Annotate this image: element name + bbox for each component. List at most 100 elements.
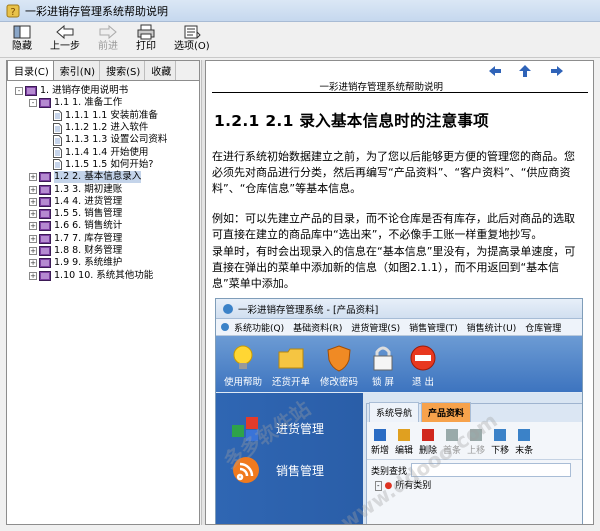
content-header: 一彩进销存管理系统帮助说明 [206, 61, 593, 95]
expand-icon[interactable]: + [29, 247, 37, 255]
embedded-menu-item: 仓库管理 [525, 323, 562, 334]
embedded-menu-bar: 系统功能(Q) 基础资料(R) 进货管理(S) 销售管理(T) 销售统计(U) 仓库管理 [216, 319, 582, 336]
tree-item[interactable]: +1.6 6. 销售统计 [15, 220, 197, 232]
page-icon [53, 122, 62, 134]
help-app-icon: ? [6, 4, 20, 18]
tree-item[interactable]: 1.1.3 1.3 设置公司资料 [15, 134, 197, 146]
tree-item-label: 1.7 7. 库存管理 [54, 232, 123, 244]
embedded-exit-label: 退 出 [412, 377, 435, 388]
embedded-lock-label: 锁 屏 [372, 377, 395, 388]
header-divider [212, 92, 588, 93]
topic-heading: 1.2.1 2.1 录入基本信息时的注意事项 [214, 112, 489, 130]
previous-topic-icon[interactable] [488, 65, 502, 77]
embedded-menu-icon [221, 323, 229, 331]
book-icon [39, 98, 51, 109]
tab-index[interactable]: 索引(N) [53, 61, 101, 80]
tree-item-label: 1.10 10. 系统其他功能 [54, 269, 154, 281]
tree-item[interactable]: 1.1.4 1.4 开始使用 [15, 146, 197, 159]
expand-icon[interactable]: + [29, 234, 37, 243]
tree-item[interactable]: +1.10 10. 系统其他功能 [15, 269, 197, 281]
tree-item[interactable]: 1.1.2 1.2 进入软件 [15, 122, 197, 134]
embedded-tool-label: 末条 [515, 446, 534, 456]
next-topic-icon[interactable] [550, 65, 564, 77]
embedded-menu-item: 基础资料(R) [293, 323, 343, 334]
tree-item-label: 1.2 2. 基本信息录入 [54, 171, 142, 184]
toolbar: 隐藏 上一步 前进 打印 选项(O) [0, 22, 600, 58]
tree-item[interactable]: - 1. 进销存使用说明书 [15, 85, 197, 97]
tree-item-label: 1.1.2 1.2 进入软件 [65, 122, 149, 134]
tree-item[interactable]: - 1.1 1. 准备工作 [15, 97, 197, 109]
tree-item-label: 1.4 4. 进货管理 [54, 195, 123, 207]
book-icon [39, 233, 51, 244]
back-label: 上一步 [50, 41, 80, 52]
embedded-menu-item: 系统功能(Q) [234, 323, 285, 334]
expand-icon[interactable]: + [29, 173, 37, 182]
page-icon [53, 159, 62, 171]
tree-item[interactable]: +1.2 2. 基本信息录入 [15, 171, 197, 184]
tab-search[interactable]: 搜索(S) [100, 61, 146, 80]
embedded-tool-icon [518, 429, 531, 441]
options-label: 选项(O) [174, 41, 210, 52]
embedded-app-icon [223, 303, 233, 314]
print-icon [137, 24, 155, 40]
embedded-tool-button: 末条 [515, 429, 533, 456]
embedded-return-order-label: 还货开单 [272, 377, 311, 388]
embedded-menu-item: 进货管理(S) [351, 323, 401, 334]
lock-icon [373, 346, 393, 371]
back-button[interactable]: 上一步 [50, 22, 80, 53]
exit-icon [410, 345, 436, 371]
paragraph-2: 例如：可以先建立产品的目录，而不论仓库是否有库存，此后对商品的选取可直接在建立的… [212, 212, 575, 241]
print-button[interactable]: 打印 [136, 22, 156, 53]
collapse-icon[interactable]: - [29, 99, 37, 108]
tree-item-label: 1.1.3 1.3 设置公司资料 [65, 134, 168, 146]
expand-icon[interactable]: + [29, 197, 37, 206]
hide-label: 隐藏 [12, 41, 32, 52]
back-arrow-icon [56, 24, 74, 40]
expand-icon[interactable]: + [29, 259, 37, 268]
up-topic-icon[interactable] [518, 65, 532, 77]
tree-item[interactable]: +1.9 9. 系统维护 [15, 257, 197, 269]
tree-item[interactable]: +1.4 4. 进货管理 [15, 196, 197, 208]
tree-item-label: 1.1 1. 准备工作 [54, 97, 123, 109]
tree-item-label: 1.1.5 1.5 如何开始? [65, 158, 154, 170]
expand-icon[interactable]: + [29, 210, 37, 219]
embedded-title-bar: 一彩进销存管理系统 - [产品资料] [216, 299, 582, 319]
book-icon [39, 172, 51, 183]
page-icon [53, 110, 62, 122]
page-icon [53, 147, 62, 159]
embedded-help-button: 使用帮助 [224, 344, 262, 388]
book-icon [39, 270, 51, 281]
forward-button[interactable]: 前进 [98, 22, 118, 53]
embedded-exit-button: 退 出 [408, 344, 438, 388]
expand-icon[interactable]: + [29, 185, 37, 194]
book-icon [39, 221, 51, 232]
lightbulb-icon [233, 345, 253, 369]
embedded-tab-product: 产品资料 [421, 402, 472, 422]
tree-item[interactable]: +1.8 8. 财务管理 [15, 245, 197, 257]
embedded-help-label: 使用帮助 [224, 377, 263, 388]
tab-contents[interactable]: 目录(C) [7, 60, 54, 80]
shield-icon [327, 345, 351, 372]
collapse-icon[interactable]: - [15, 87, 23, 96]
expand-icon[interactable]: + [29, 271, 37, 280]
tree-item[interactable]: +1.3 3. 期初建账 [15, 183, 197, 195]
expand-icon[interactable]: + [29, 222, 37, 231]
tab-favorites[interactable]: 收藏 [145, 61, 177, 80]
book-icon [39, 258, 51, 269]
tree-item[interactable]: 1.1.1 1.1 安装前准备 [15, 110, 197, 122]
book-icon [39, 184, 51, 195]
tree-item-label: 1.6 6. 销售统计 [54, 220, 123, 232]
tree-item[interactable]: 1.1.5 1.5 如何开始? [15, 159, 197, 171]
window-title: 一彩进销存管理系统帮助说明 [25, 4, 168, 18]
hide-button[interactable]: 隐藏 [12, 22, 32, 53]
tree-item[interactable]: +1.5 5. 销售管理 [15, 208, 197, 220]
embedded-title: 一彩进销存管理系统 - [产品资料] [238, 304, 379, 316]
embedded-ribbon: 使用帮助 还货开单 修改密码 锁 屏 退 出 [216, 336, 582, 392]
tree-item[interactable]: +1.7 7. 库存管理 [15, 233, 197, 245]
options-button[interactable]: 选项(O) [174, 22, 210, 53]
embedded-return-order-button: 还货开单 [272, 344, 310, 388]
paragraph-1: 在进行系统初始数据建立之前，为了您以后能够更方便的管理您的商品。您必须先对商品进… [212, 150, 575, 195]
embedded-lock-button: 锁 屏 [368, 344, 398, 388]
tree-item-label: 1.3 3. 期初建账 [54, 183, 123, 195]
embedded-change-password-label: 修改密码 [320, 377, 359, 388]
